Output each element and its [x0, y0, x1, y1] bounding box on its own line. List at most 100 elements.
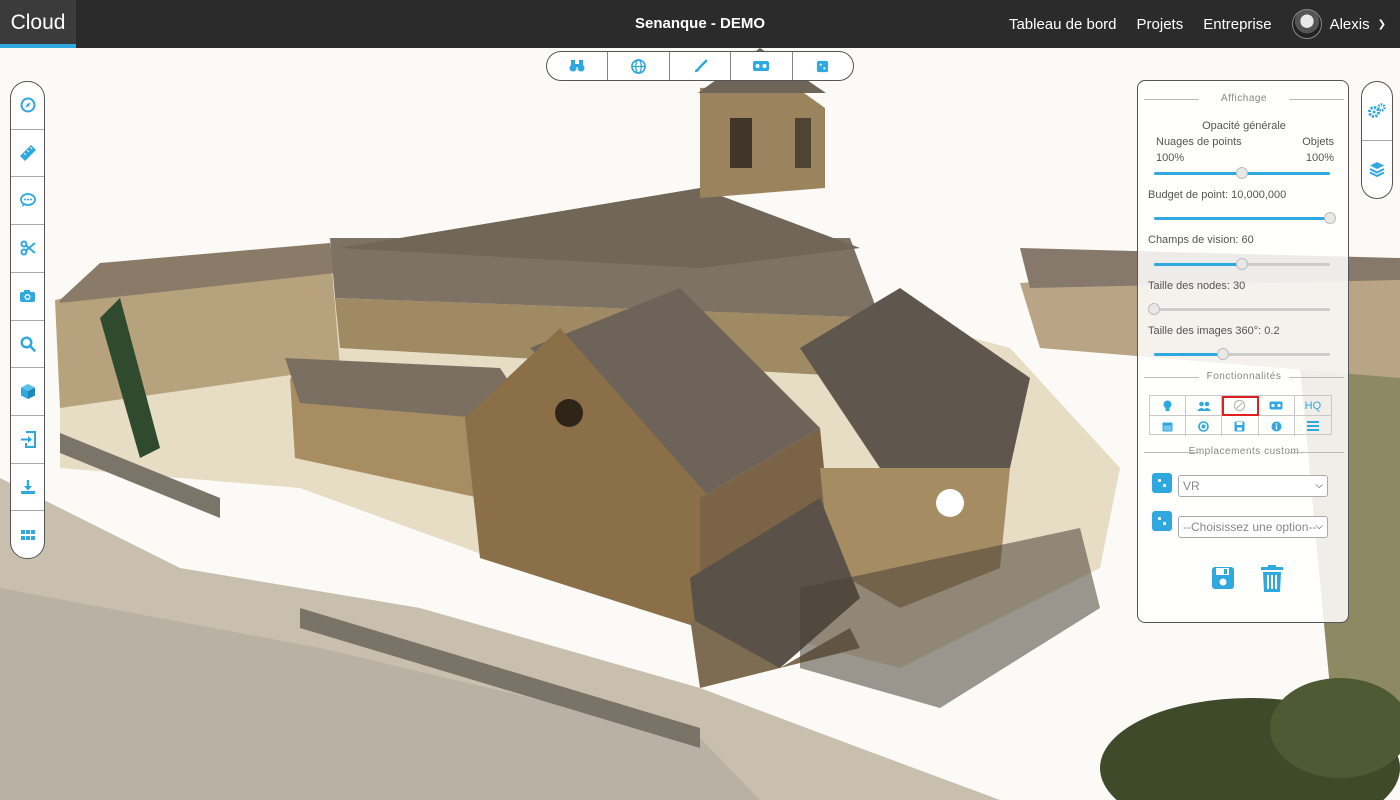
grid-button[interactable] — [11, 511, 44, 558]
save-location-button[interactable] — [1211, 566, 1235, 593]
comment-icon — [19, 193, 36, 208]
camera-button[interactable] — [11, 273, 44, 321]
cube-face-button[interactable] — [793, 52, 853, 80]
location-select-value: VR — [1183, 479, 1200, 493]
opacity-slider-thumb[interactable] — [1236, 167, 1248, 179]
camera-icon — [20, 290, 35, 303]
opacity-label: Opacité générale — [1202, 120, 1286, 132]
globe-icon — [631, 58, 647, 74]
section-title-display: Affichage — [1142, 93, 1346, 104]
scissors-icon — [20, 240, 36, 256]
binoculars-icon — [569, 60, 585, 72]
list-icon — [1306, 421, 1319, 431]
nav-link-projects[interactable]: Projets — [1137, 16, 1184, 33]
compass-tool-button[interactable] — [1222, 396, 1259, 416]
save-icon — [1234, 421, 1245, 431]
download-icon — [20, 479, 35, 494]
users-button[interactable] — [1186, 396, 1223, 416]
section-title-features: Fonctionnalités — [1142, 371, 1346, 382]
features-grid: HQ — [1149, 395, 1332, 436]
fov-slider[interactable] — [1154, 258, 1330, 270]
target-icon — [1198, 420, 1210, 432]
hq-icon: HQ — [1304, 399, 1322, 412]
brush-button[interactable] — [670, 52, 732, 80]
comment-button[interactable] — [11, 177, 44, 226]
compass-button[interactable] — [11, 82, 44, 130]
ruler-icon — [19, 145, 36, 162]
globe-button[interactable] — [608, 52, 670, 80]
calendar-button[interactable] — [1150, 416, 1187, 436]
hq-button[interactable]: HQ — [1294, 396, 1331, 416]
users-icon — [1196, 401, 1211, 411]
option-select[interactable]: --Choisissez une option-- ⌵ — [1178, 516, 1328, 538]
gears-icon — [1368, 103, 1386, 118]
left-toolbar — [10, 81, 45, 559]
avatar — [1291, 9, 1322, 39]
nav-link-dashboard[interactable]: Tableau de bord — [1009, 16, 1117, 33]
vr-headset-icon — [753, 61, 770, 71]
trash-icon — [1261, 565, 1283, 592]
point-budget-slider[interactable] — [1154, 212, 1336, 224]
import-icon — [20, 430, 36, 448]
lightbulb-button[interactable] — [1150, 396, 1187, 416]
option-select-value: --Choisissez une option-- — [1183, 520, 1317, 534]
compass-icon — [20, 97, 35, 113]
node-size-slider-thumb[interactable] — [1148, 303, 1160, 315]
vr-icon — [1269, 401, 1283, 410]
ruler-button[interactable] — [11, 130, 44, 178]
search-button[interactable] — [11, 321, 44, 369]
brand-logo[interactable]: Cloud — [0, 0, 76, 48]
grid-icon — [20, 529, 35, 540]
save-tool-button[interactable] — [1222, 416, 1259, 436]
custom-option-button[interactable] — [1152, 511, 1172, 531]
save-icon — [1212, 567, 1234, 589]
layers-icon — [1369, 162, 1385, 178]
user-name: Alexis — [1329, 15, 1370, 33]
nav-link-company[interactable]: Entreprise — [1203, 16, 1271, 33]
point-budget-label: Budget de point: 10,000,000 — [1148, 189, 1287, 201]
opacity-slider[interactable] — [1154, 167, 1330, 179]
chevron-down-icon: ⌵ — [1315, 480, 1323, 491]
download-button[interactable] — [11, 464, 44, 512]
point-clouds-label: Nuages de points — [1156, 136, 1242, 148]
search-icon — [19, 336, 36, 352]
fov-slider-thumb[interactable] — [1236, 258, 1248, 270]
chevron-down-icon: ⌵ — [1315, 521, 1323, 532]
fov-label: Champs de vision: 60 — [1148, 234, 1254, 246]
vr-button[interactable] — [731, 52, 793, 80]
cube-button[interactable] — [11, 368, 44, 416]
image-size-slider-fill — [1154, 353, 1223, 356]
user-menu[interactable]: Alexis ❯ — [1291, 9, 1386, 39]
calendar-icon — [1162, 422, 1173, 431]
info-icon — [1271, 421, 1282, 431]
location-select[interactable]: VR ⌵ — [1178, 475, 1328, 497]
info-button[interactable] — [1259, 416, 1295, 436]
compass-tool-icon — [1234, 399, 1246, 412]
list-button[interactable] — [1295, 416, 1331, 436]
target-button[interactable] — [1186, 416, 1223, 436]
objects-label: Objets — [1302, 136, 1334, 148]
right-toolbar — [1361, 81, 1393, 199]
settings-button[interactable] — [1362, 82, 1392, 141]
fov-slider-fill — [1154, 263, 1242, 266]
custom-location-button[interactable] — [1152, 473, 1172, 493]
objects-value: 100% — [1305, 152, 1334, 164]
binoculars-button[interactable] — [547, 52, 609, 80]
layers-button[interactable] — [1362, 141, 1392, 199]
scissors-button[interactable] — [11, 225, 44, 273]
image-size-label: Taille des images 360°: 0.2 — [1148, 325, 1280, 337]
point-budget-slider-thumb[interactable] — [1324, 212, 1336, 224]
node-size-label: Taille des nodes: 30 — [1148, 280, 1246, 292]
node-size-slider[interactable] — [1148, 303, 1330, 315]
vr-tool-button[interactable] — [1258, 396, 1295, 416]
delete-location-button[interactable] — [1261, 565, 1283, 595]
section-title-custom-locations: Emplacements custom — [1142, 446, 1346, 457]
top-navbar: Cloud Senanque - DEMO Tableau de bord Pr… — [0, 0, 1400, 48]
point-budget-slider-fill — [1154, 217, 1330, 220]
point-clouds-value: 100% — [1156, 152, 1185, 164]
image-size-slider[interactable] — [1154, 348, 1330, 360]
import-button[interactable] — [11, 416, 44, 464]
cube-icon — [20, 384, 35, 400]
cube-face-icon — [817, 60, 829, 72]
image-size-slider-thumb[interactable] — [1216, 348, 1229, 360]
